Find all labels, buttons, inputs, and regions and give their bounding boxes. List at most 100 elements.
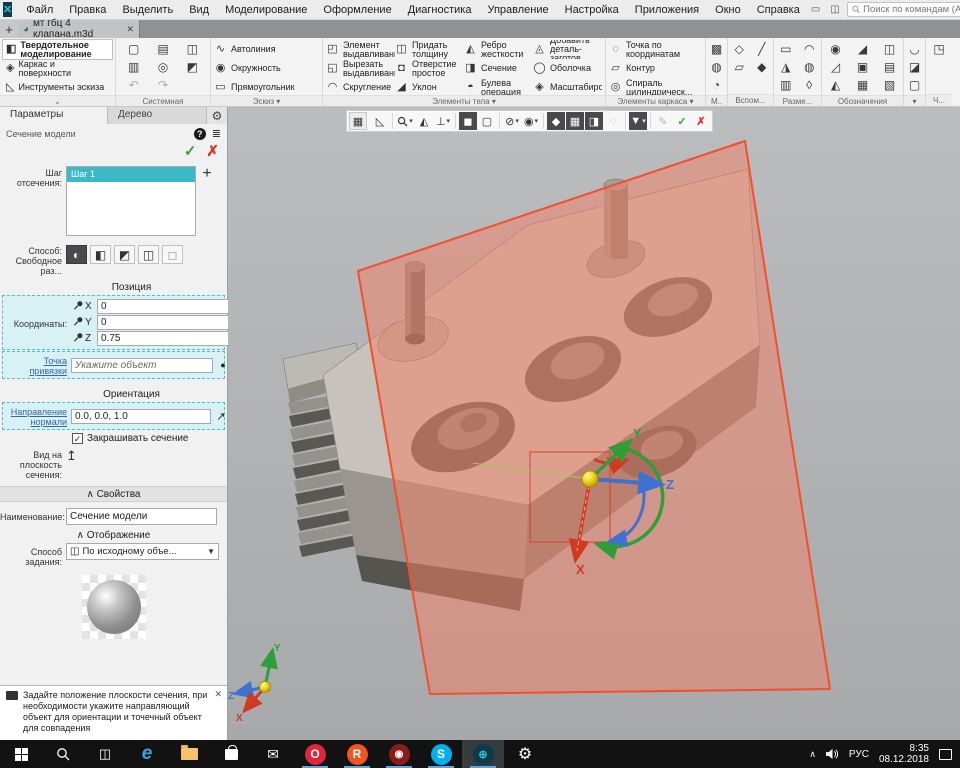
point-by-coords-button[interactable]: ◌Точка по координатам <box>609 40 702 59</box>
wireframe-display-icon[interactable]: ▢ <box>478 112 496 130</box>
method-free-placement-button[interactable]: ◐ <box>66 245 87 264</box>
redo-icon[interactable]: ↷ <box>158 78 168 92</box>
group-sketch-label[interactable]: Эскиз ▾ <box>211 95 322 106</box>
cut-extrude-button[interactable]: ◱Вырезать выдавливанием <box>326 59 395 78</box>
menu-window[interactable]: Окно <box>707 2 749 18</box>
menu-management[interactable]: Управление <box>479 2 556 18</box>
paint-icon[interactable]: ◔ <box>713 78 720 92</box>
tab-parameters[interactable]: Параметры <box>0 107 108 124</box>
notation-leader-icon[interactable]: ◿ <box>831 60 840 74</box>
menu-file[interactable]: Файл <box>18 2 61 18</box>
viewport-cancel-icon[interactable]: ✗ <box>692 112 710 130</box>
group-m-label[interactable]: М.. <box>706 95 727 106</box>
help-icon[interactable]: ? <box>194 128 206 140</box>
method-offset-button[interactable]: ◻ <box>162 245 183 264</box>
rib-button[interactable]: ◭Ребро жесткости <box>464 40 533 59</box>
group-aux-label[interactable]: Вспом... <box>728 94 773 106</box>
notation-mark-icon[interactable]: ▣ <box>857 60 868 74</box>
aux-lcs-icon[interactable]: ◆ <box>757 60 766 74</box>
dim-angular-icon[interactable]: ◮ <box>781 60 790 74</box>
step-item-selected[interactable]: Шаг 1 <box>67 167 195 182</box>
notation-roughness-icon[interactable]: ◉ <box>830 42 840 56</box>
notification-center-icon[interactable] <box>939 749 952 760</box>
mode-solid-modeling[interactable]: ◧ Твердотельное моделирование <box>3 40 112 59</box>
taskbar-search-button[interactable] <box>42 740 84 768</box>
triad-origin-handle[interactable] <box>582 471 598 487</box>
notation-arrow-icon[interactable]: ◭ <box>831 78 840 92</box>
group-ch-label[interactable]: Ч... <box>926 94 952 106</box>
notation-position-icon[interactable]: ▤ <box>884 60 895 74</box>
group-extra-label[interactable]: ▾ <box>904 95 925 106</box>
group-frame-label[interactable]: Элементы каркаса ▾ <box>606 95 705 106</box>
scene-3d[interactable]: Y Z X Y Z X <box>228 107 960 740</box>
aux-point-icon[interactable]: ◇ <box>735 42 744 56</box>
method-by-sketch-button[interactable]: ◫ <box>138 245 159 264</box>
method-by-plane-button[interactable]: ◩ <box>114 245 135 264</box>
structure-icon[interactable]: ≣ <box>212 127 221 140</box>
view-on-plane-icon[interactable]: ↥ <box>66 448 77 464</box>
blob-icon[interactable]: ◍ <box>711 60 721 74</box>
section-plane[interactable] <box>358 141 830 694</box>
shell-button[interactable]: ◯Оболочка <box>533 59 602 78</box>
clock[interactable]: 8:35 08.12.2018 <box>879 743 929 765</box>
opera-button[interactable]: O <box>294 740 336 768</box>
notation-tolerance-icon[interactable]: ◫ <box>884 42 895 56</box>
layout-single-icon[interactable]: ▭ <box>808 4 823 15</box>
zoom-icon[interactable]: ▾ <box>396 112 414 130</box>
model-viewport[interactable]: ▦ ◺ ▾ ◭ ⊥▾ ◼ ▢ ⊘▾ ◉▾ ◆ ▦ ◨ ◌ ▼▾ ✎ ✓ ✗ <box>228 107 960 740</box>
menu-view[interactable]: Вид <box>181 2 217 18</box>
shade-section-option[interactable]: ✓ Закрашивать сечение <box>72 433 227 444</box>
menu-help[interactable]: Справка <box>749 2 808 18</box>
preview-icon[interactable]: ◎ <box>158 60 168 74</box>
extra-surface-icon[interactable]: ◪ <box>909 60 920 74</box>
anchor-object-input[interactable] <box>71 358 213 373</box>
skype-button[interactable]: S <box>420 740 462 768</box>
kompas-taskbar-button[interactable]: ⊕ <box>462 740 504 768</box>
group-notation-label[interactable]: Обозначения <box>822 95 903 106</box>
contour-button[interactable]: ▱Контур <box>609 59 702 78</box>
group-dim-label[interactable]: Разме... <box>774 95 821 106</box>
autoline-button[interactable]: ∿ Автолиния <box>214 40 319 59</box>
dim-leader-icon[interactable]: ◊ <box>806 78 812 92</box>
group-body-label[interactable]: Элементы тела ▾ <box>323 95 605 106</box>
pin-icon[interactable] <box>71 332 85 346</box>
menu-settings[interactable]: Настройка <box>557 2 627 18</box>
open-icon[interactable]: ▤ <box>157 42 168 56</box>
menu-diagnostics[interactable]: Диагностика <box>400 2 480 18</box>
snap-points-icon[interactable]: ◆ <box>547 112 565 130</box>
dim-diameter-icon[interactable]: ◍ <box>804 60 814 74</box>
menu-applications[interactable]: Приложения <box>627 2 707 18</box>
aux-plane-icon[interactable]: ▱ <box>735 60 744 74</box>
layout-split-icon[interactable]: ◫ <box>827 4 842 15</box>
display-header[interactable]: ∧ Отображение <box>0 530 227 541</box>
language-indicator[interactable]: РУС <box>849 749 869 760</box>
hide-objects-icon[interactable]: ⊘▾ <box>503 112 521 130</box>
viewport-confirm-icon[interactable]: ✓ <box>673 112 691 130</box>
document-tab[interactable]: ◕ мт гбц 4 клапана.m3d ✕ <box>18 20 140 38</box>
circle-button[interactable]: ◉ Окружность <box>214 59 319 78</box>
dim-linear-icon[interactable]: ▭ <box>780 42 791 56</box>
array-icon[interactable]: ▩ <box>711 42 722 56</box>
edge-button[interactable]: e <box>126 740 168 768</box>
red-app-button[interactable]: ◉ <box>378 740 420 768</box>
sketch-plane-icon[interactable]: ◺ <box>371 112 389 130</box>
coord-x-input[interactable] <box>97 299 237 314</box>
shaded-display-icon[interactable]: ◼ <box>459 112 477 130</box>
direction-arrow-icon[interactable]: ↗ <box>215 410 227 423</box>
panel-gear-icon[interactable]: ⚙ <box>207 107 227 124</box>
pin-icon[interactable] <box>71 316 85 330</box>
camera-icon[interactable]: ◉▾ <box>522 112 540 130</box>
print-icon[interactable]: ▥ <box>128 60 139 74</box>
extra-spline-icon[interactable]: ◡ <box>909 42 919 56</box>
aux-axis-icon[interactable]: ╱ <box>758 42 765 56</box>
material-preview[interactable] <box>82 575 146 639</box>
volume-icon[interactable] <box>826 748 839 760</box>
menu-layout[interactable]: Оформление <box>315 2 399 18</box>
properties-header[interactable]: ∧ Свойства <box>0 486 227 502</box>
notation-table-icon[interactable]: ▧ <box>884 78 895 92</box>
thicken-button[interactable]: ◫Придать толщину <box>395 40 464 59</box>
menu-edit[interactable]: Правка <box>61 2 114 18</box>
undo-icon[interactable]: ↶ <box>129 78 139 92</box>
normal-vector-input[interactable] <box>71 409 211 424</box>
simple-hole-button[interactable]: ◘Отверстие простое <box>395 59 464 78</box>
